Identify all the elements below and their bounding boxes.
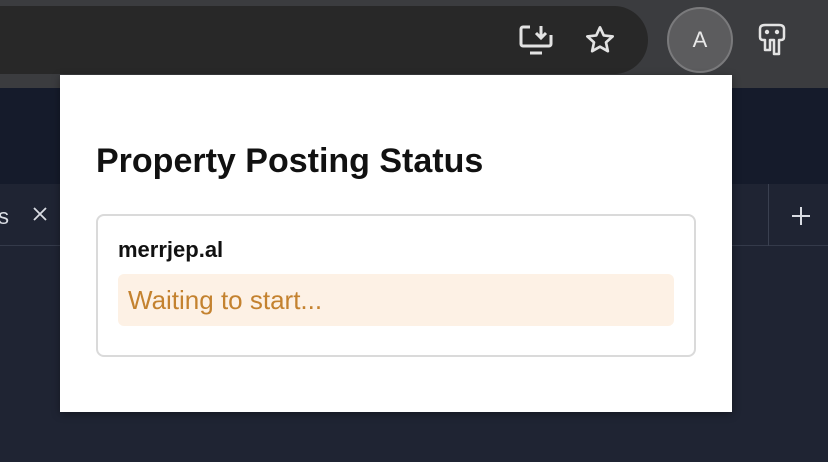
profile-avatar-button[interactable]: A [667, 7, 733, 73]
popup-title: Property Posting Status [96, 142, 484, 180]
status-text: Waiting to start... [128, 284, 323, 315]
site-status-card: merrjep.al Waiting to start... [96, 214, 696, 357]
tab-label[interactable]: s [0, 204, 9, 230]
extension-popup: Property Posting Status merrjep.al Waiti… [60, 75, 732, 412]
close-icon[interactable] [28, 202, 52, 226]
site-name: merrjep.al [118, 237, 224, 262]
bookmark-star-icon[interactable] [580, 20, 620, 60]
extensions-icon[interactable] [754, 20, 790, 60]
profile-initial: A [692, 27, 708, 52]
status-badge: Waiting to start... [118, 274, 674, 326]
install-app-icon[interactable] [516, 22, 556, 58]
tab-divider [768, 184, 769, 246]
plus-icon[interactable] [786, 201, 816, 231]
